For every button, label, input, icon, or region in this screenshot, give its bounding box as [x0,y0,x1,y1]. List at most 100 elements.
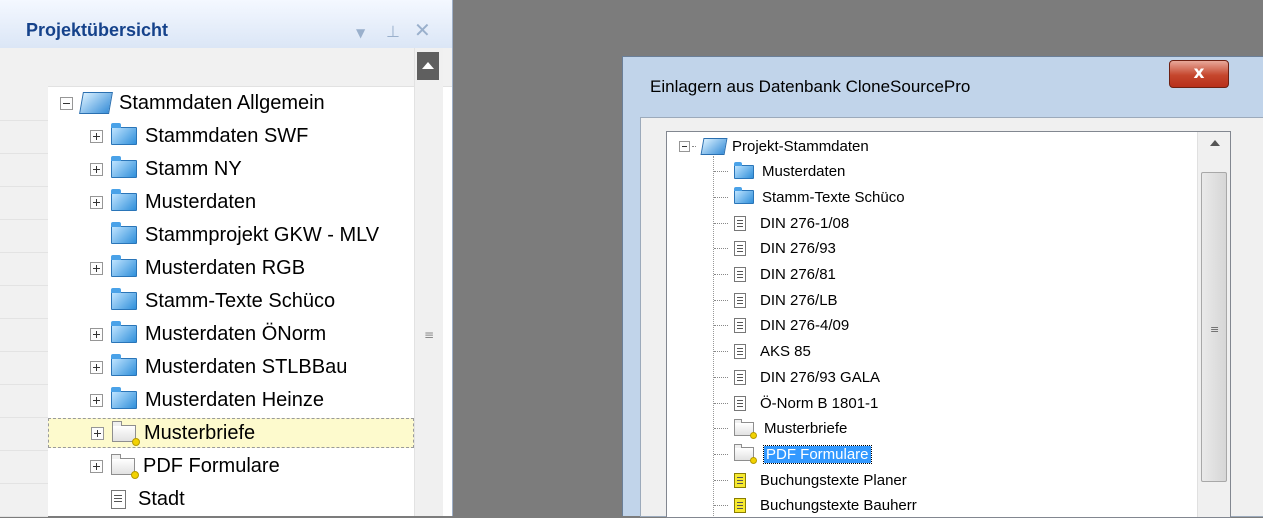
folder-blue-icon [111,222,137,244]
tree-item-label: Buchungstexte Planer [760,471,907,489]
tree-connector [714,505,728,507]
expand-plus-icon[interactable] [90,459,103,473]
tree-connector [714,299,728,301]
tree-connector [714,325,728,327]
document-icon [734,369,746,385]
tree-item[interactable]: DIN 276/LB [714,288,838,312]
tree-item-label: DIN 276/LB [760,291,838,309]
tree-item[interactable]: AKS 85 [714,340,811,364]
document-icon [734,267,746,282]
tree-item-label: PDF Formulare [763,444,872,464]
tree-item[interactable]: Stamm NY [90,154,242,184]
tree-item[interactable]: Buchungstexte Planer [714,468,907,492]
expand-plus-icon[interactable] [90,360,103,374]
project-tree: Stammdaten Allgemein Stammdaten SWF Stamm … [48,86,414,516]
tree-item-label: Stamm-Texte Schüco [762,188,905,206]
tree-connector [714,171,728,173]
gutter-divider [0,285,48,286]
tree-item-label: Ö-Norm B 1801-1 [760,394,879,412]
folder-blue-icon [111,387,137,409]
expand-plus-icon[interactable] [90,162,103,176]
expand-plus-icon[interactable] [90,393,103,407]
tree-gutter [0,86,48,517]
tree-item-label: PDF Formulare [143,454,280,477]
tree-item[interactable]: DIN 276/81 [714,263,836,287]
tree-connector [714,402,728,404]
dialog-titlebar[interactable]: Einlagern aus Datenbank CloneSourcePro x [623,57,1263,117]
tree-item[interactable]: Musterdaten STLBBau [90,352,347,382]
tree-item[interactable]: Stadt [90,484,185,514]
tree-item[interactable]: Musterdaten [714,160,845,184]
tree-item[interactable]: DIN 276-4/09 [714,314,849,338]
panel-title: Projektübersicht [26,20,169,40]
tree-item-label: DIN 276/93 [760,240,836,258]
scroll-up-arrow-icon[interactable] [417,52,439,80]
tree-item-label: Stamm-Texte Schüco [145,289,336,312]
tree-item[interactable]: Stammprojekt GKW - MLV [90,220,379,250]
dialog-close-button[interactable]: x [1169,60,1229,88]
tree-item[interactable]: Stamm-Texte Schüco [714,185,905,209]
tree-item[interactable]: Musterdaten ÖNorm [90,319,326,349]
tree-item[interactable]: Stamm-Texte Schüco [90,286,335,316]
tree-item[interactable]: Musterbriefe [48,418,414,448]
pin-icon[interactable]: ⊥ [386,22,400,41]
tree-item[interactable]: Musterdaten [90,187,256,217]
folder-shared-icon [734,444,757,465]
document-icon [734,344,746,360]
scroll-thumb[interactable]: ≡ [1201,172,1227,482]
tree-connector [714,479,728,481]
tree-item-label: Stadt [138,487,185,510]
folder-blue-icon [734,187,754,205]
tree-item-label: DIN 276/81 [760,266,836,283]
folder-blue-icon [111,123,137,145]
folder-group-icon [79,92,113,114]
expand-plus-icon[interactable] [90,129,103,143]
tree-item[interactable]: DIN 276/93 [714,237,836,261]
tree-item-label: AKS 85 [760,343,811,361]
tree-item[interactable]: Stammdaten SWF [90,121,308,151]
expand-plus-icon[interactable] [90,327,103,341]
tree-item-label: DIN 276/93 GALA [760,368,881,386]
tree-item[interactable]: Stammdaten Allgemein [60,88,325,118]
scroll-up-arrow-icon[interactable] [1210,140,1220,146]
gutter-divider [0,351,48,352]
scroll-grip-icon: ≡ [424,328,435,342]
tree-item[interactable]: Buchungstexte Bauherr [714,494,917,517]
expand-plus-icon[interactable] [90,261,103,275]
import-dialog: Einlagern aus Datenbank CloneSourcePro x… [622,56,1263,518]
tree-root-item[interactable]: Projekt-Stammdaten [679,134,869,158]
tree-item[interactable]: PDF Formulare [714,442,872,466]
vertical-scrollbar[interactable]: ≡ [414,48,443,516]
folder-shared-icon [734,418,757,439]
folder-blue-icon [111,189,137,211]
close-icon[interactable]: ✕ [414,18,431,42]
database-tree: Projekt-Stammdaten Musterdaten Stamm-Texte… [666,131,1231,518]
dialog-vertical-scrollbar[interactable]: ≡ [1197,132,1230,517]
tree-item[interactable]: Musterdaten RGB [90,253,305,283]
collapse-minus-icon[interactable] [60,96,73,110]
tree-item[interactable]: Ö-Norm B 1801-1 [714,391,878,415]
scroll-grip-icon: ≡ [1210,323,1220,336]
dropdown-arrow-icon[interactable]: ▼ [356,26,365,40]
document-icon [734,292,746,308]
tree-item[interactable]: Musterdaten Heinze [90,385,324,415]
gutter-divider [0,417,48,418]
gutter-divider [0,483,48,484]
tree-item[interactable]: PDF Formulare [90,451,280,481]
document-yellow-icon [734,472,746,488]
tree-item-label: Musterdaten RGB [145,256,306,279]
document-icon [111,489,126,509]
expand-plus-icon[interactable] [91,426,104,440]
document-icon [734,241,746,257]
tree-item-label: Musterdaten Heinze [145,388,324,411]
folder-blue-icon [111,288,137,310]
panel-header: Projektübersicht ▼ ⊥ ✕ [0,0,452,49]
gutter-divider [0,252,48,253]
tree-item[interactable]: DIN 276/93 GALA [714,365,880,389]
tree-item[interactable]: DIN 276-1/08 [714,211,849,235]
tree-item[interactable]: Musterbriefe [714,417,847,441]
collapse-minus-icon[interactable] [679,140,690,152]
gutter-divider [0,186,48,187]
tree-item-label: Musterbriefe [144,421,256,444]
expand-plus-icon[interactable] [90,195,103,209]
